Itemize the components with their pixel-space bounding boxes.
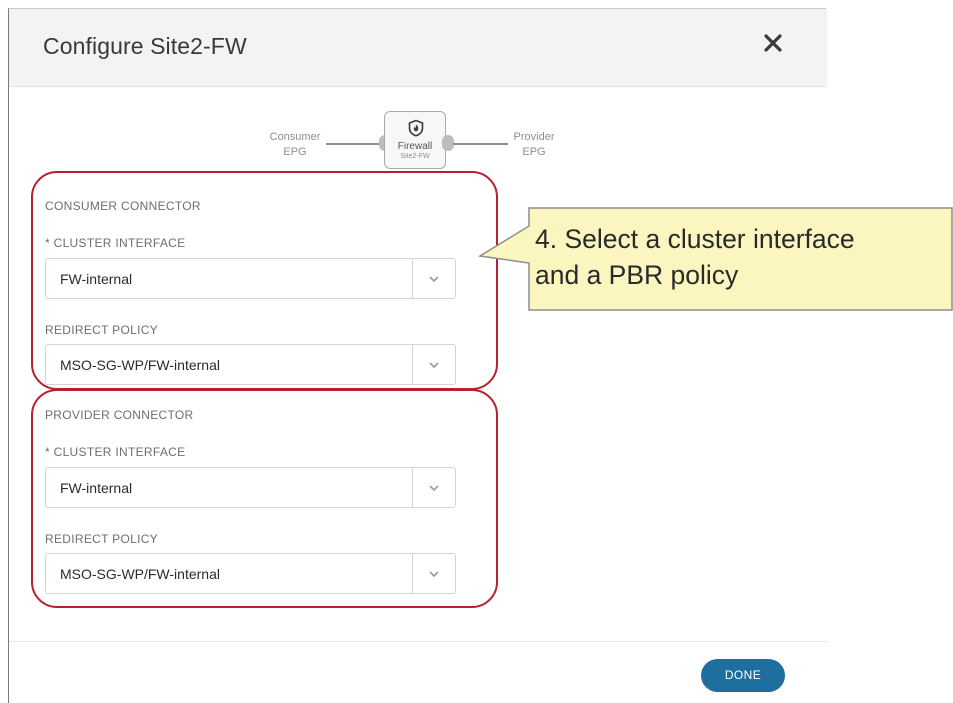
provider-label-line1: Provider <box>513 131 555 143</box>
done-button[interactable]: DONE <box>701 659 785 692</box>
select-divider <box>412 468 413 507</box>
provider-label-line2: EPG <box>522 146 546 158</box>
service-graph: Consumer EPG Firewall Site2-FW Provider … <box>9 9 827 179</box>
consumer-redirect-policy-select[interactable]: MSO-SG-WP/FW-internal <box>45 344 456 385</box>
select-divider <box>412 345 413 384</box>
consumer-redirect-policy-label: REDIRECT POLICY <box>45 323 158 337</box>
consumer-connector-section: CONSUMER CONNECTOR * CLUSTER INTERFACE F… <box>31 171 498 390</box>
firewall-icon <box>408 119 424 137</box>
provider-redirect-policy-value: MSO-SG-WP/FW-internal <box>60 566 220 582</box>
footer-divider <box>9 641 827 642</box>
provider-cluster-interface-value: FW-internal <box>60 480 133 496</box>
provider-connector-section: PROVIDER CONNECTOR * CLUSTER INTERFACE F… <box>31 389 498 608</box>
provider-redirect-policy-label: REDIRECT POLICY <box>45 532 158 546</box>
consumer-redirect-policy-value: MSO-SG-WP/FW-internal <box>60 357 220 373</box>
chevron-down-icon[interactable] <box>428 273 440 285</box>
chevron-down-icon[interactable] <box>428 482 440 494</box>
consumer-cluster-interface-value: FW-internal <box>60 271 133 287</box>
provider-redirect-policy-select[interactable]: MSO-SG-WP/FW-internal <box>45 553 456 594</box>
consumer-connector-title: CONSUMER CONNECTOR <box>45 199 201 213</box>
chevron-down-icon[interactable] <box>428 568 440 580</box>
provider-epg-label: Provider EPG <box>499 130 569 160</box>
consumer-label-line2: EPG <box>283 146 307 158</box>
provider-cluster-interface-label: * CLUSTER INTERFACE <box>45 445 186 459</box>
chevron-down-icon[interactable] <box>428 359 440 371</box>
consumer-cluster-interface-label: * CLUSTER INTERFACE <box>45 236 186 250</box>
configure-dialog: Configure Site2-FW Consumer EPG Firewall… <box>8 8 827 703</box>
select-divider <box>412 554 413 593</box>
consumer-link-line <box>326 143 386 145</box>
callout-line1: 4. Select a cluster interface <box>535 224 855 254</box>
consumer-epg-label: Consumer EPG <box>259 130 331 160</box>
firewall-node-sub: Site2-FW <box>400 153 430 160</box>
consumer-label-line1: Consumer <box>269 131 321 143</box>
callout-text: 4. Select a cluster interface and a PBR … <box>535 221 945 293</box>
provider-cluster-interface-select[interactable]: FW-internal <box>45 467 456 508</box>
firewall-node-name: Firewall <box>397 141 433 152</box>
firewall-node[interactable]: Firewall Site2-FW <box>384 111 446 169</box>
consumer-cluster-interface-select[interactable]: FW-internal <box>45 258 456 299</box>
callout-line2: and a PBR policy <box>535 260 739 290</box>
select-divider <box>412 259 413 298</box>
provider-connector-title: PROVIDER CONNECTOR <box>45 408 194 422</box>
